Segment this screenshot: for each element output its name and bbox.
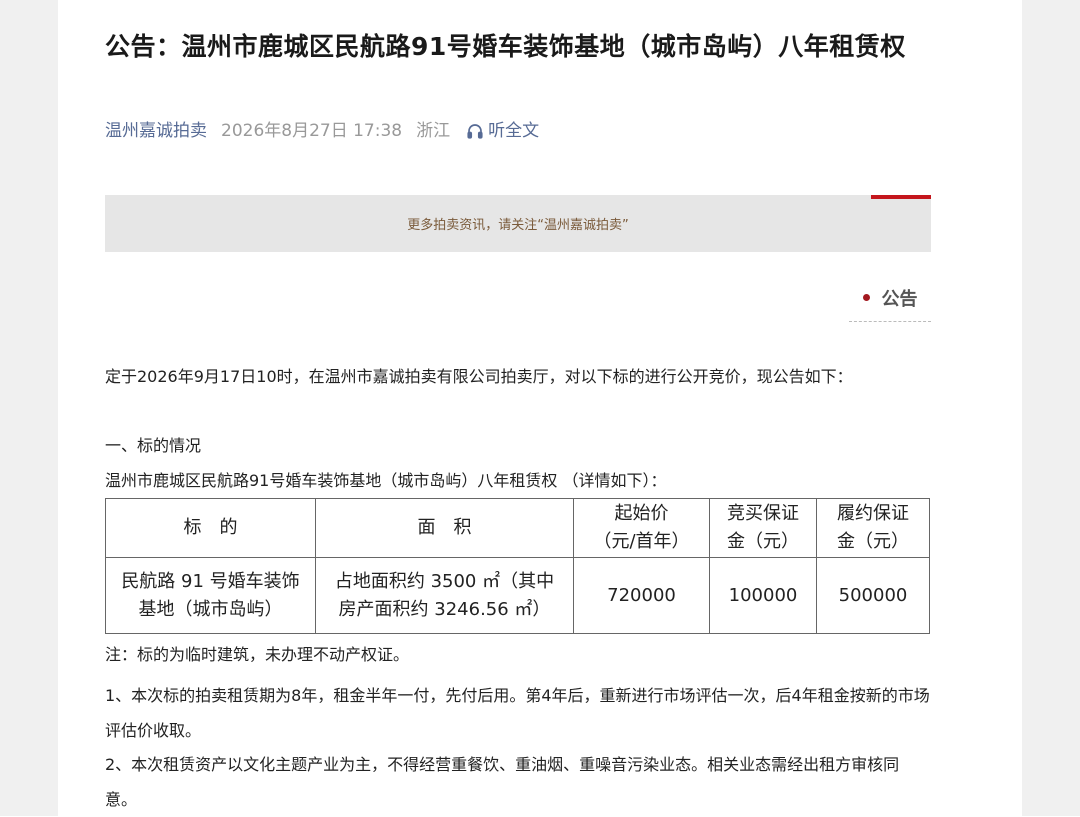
table-header-row: 标 的 面 积 起始价 （元/首年） 竞买保证 金（元） 履约保证 金（元）: [105, 498, 930, 558]
note-paragraph: 注：标的为临时建筑，未办理不动产权证。: [105, 645, 410, 664]
article-meta: 温州嘉诚拍卖 2026年8月27日 17:38 浙江 听全文: [105, 118, 931, 144]
banner-accent-bar: [871, 195, 931, 199]
table-cell: 500000: [816, 557, 930, 634]
headphones-icon: [467, 124, 483, 139]
account-name-link[interactable]: 温州嘉诚拍卖: [105, 118, 207, 144]
left-background: [0, 0, 58, 816]
auction-table: 标 的 面 积 起始价 （元/首年） 竞买保证 金（元） 履约保证 金（元） 民航路 …: [105, 498, 930, 634]
subject-line: 温州市鹿城区民航路91号婚车装饰基地（城市岛屿）八年租赁权 （详情如下）：: [105, 471, 667, 490]
table-header-cell: 履约保证 金（元）: [816, 498, 930, 558]
section-tag: 公告: [105, 280, 931, 322]
list-item: 1、本次标的拍卖租赁期为8年，租金半年一付，先付后用。第4年后，重新进行市场评估…: [105, 686, 930, 740]
table-cell: 民航路 91 号婚车装饰 基地（城市岛屿）: [105, 557, 316, 634]
table-header-cell: 标 的: [105, 498, 316, 558]
table-header-cell: 面 积: [315, 498, 574, 558]
table-header-cell: 起始价 （元/首年）: [573, 498, 710, 558]
table-cell: 100000: [709, 557, 817, 634]
section-dot-icon: [862, 294, 870, 301]
intro-paragraph: 定于2026年9月17日10时，在温州市嘉诚拍卖有限公司拍卖厅，对以下标的进行公…: [105, 367, 853, 386]
article-title: 公告：温州市鹿城区民航路91号婚车装饰基地（城市岛屿）八年租赁权: [105, 32, 906, 61]
section-label: 公告: [881, 289, 918, 310]
listen-label: 听全文: [488, 121, 540, 141]
list-item: 2、本次租赁资产以文化主题产业为主，不得经营重餐饮、重油烟、重噪音污染业态。相关…: [105, 755, 900, 809]
article-page: 公告：温州市鹿城区民航路91号婚车装饰基地（城市岛屿）八年租赁权 温州嘉诚拍卖 …: [58, 0, 1022, 816]
follow-banner: 更多拍卖资讯，请关注“温州嘉诚拍卖”: [105, 195, 931, 252]
table-row: 民航路 91 号婚车装饰 基地（城市岛屿） 占地面积约 3500 ㎡（其中 房产面积…: [105, 557, 930, 634]
publish-time: 2026年8月27日 17:38: [221, 121, 403, 141]
table-cell: 占地面积约 3500 ㎡（其中 房产面积约 3246.56 ㎡）: [315, 557, 574, 634]
section-tag-inner: 公告: [849, 280, 931, 322]
section-heading: 一、标的情况: [105, 436, 202, 455]
table-cell: 720000: [573, 557, 710, 634]
publish-region: 浙江: [416, 121, 451, 141]
table-header-cell: 竞买保证 金（元）: [709, 498, 817, 558]
listen-button[interactable]: 听全文: [466, 118, 539, 144]
right-background: [1022, 0, 1080, 816]
banner-text: 更多拍卖资讯，请关注“温州嘉诚拍卖”: [407, 218, 629, 233]
